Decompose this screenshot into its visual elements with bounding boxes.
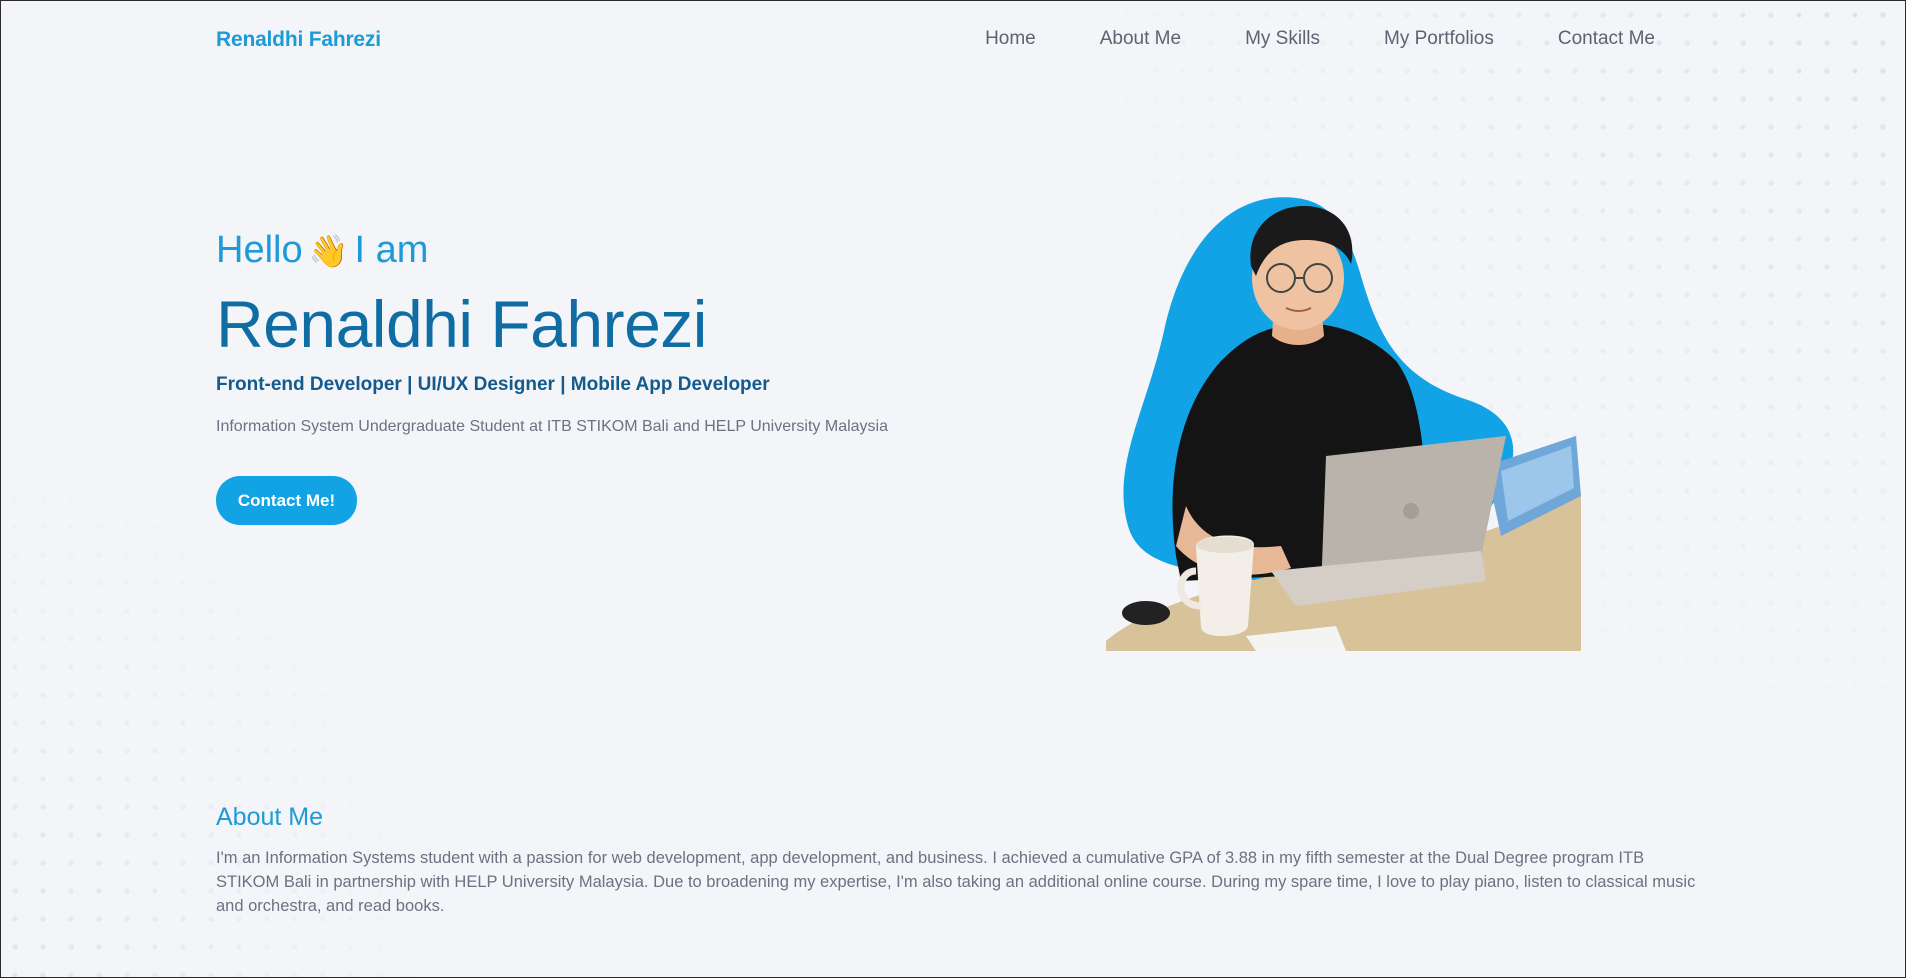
hero-description: Information System Undergraduate Student… (216, 418, 888, 435)
hero-section: Hello 👋 I am Renaldhi Fahrezi Front-end … (216, 229, 888, 525)
about-title: About Me (216, 803, 324, 831)
navbar: Renaldhi Fahrezi Home About Me My Skills… (1, 1, 1905, 79)
hero-portrait (1106, 196, 1581, 651)
nav-links: Home About Me My Skills My Portfolios Co… (985, 28, 1655, 50)
greeting-text: Hello (216, 229, 303, 271)
greeting-suffix: I am (354, 229, 429, 271)
waving-hand-icon: 👋 (308, 232, 349, 269)
about-text: I'm an Information Systems student with … (216, 849, 1696, 915)
nav-item-my-portfolios[interactable]: My Portfolios (1384, 28, 1494, 50)
nav-item-contact-me[interactable]: Contact Me (1558, 28, 1655, 50)
earbuds-case (1122, 601, 1170, 625)
nav-item-my-skills[interactable]: My Skills (1245, 28, 1320, 50)
brand-logo[interactable]: Renaldhi Fahrezi (216, 28, 381, 52)
nav-item-home[interactable]: Home (985, 28, 1036, 50)
nav-item-about-me[interactable]: About Me (1100, 28, 1181, 50)
about-section: About Me I'm an Information Systems stud… (216, 803, 1696, 918)
hero-greeting: Hello 👋 I am (216, 229, 888, 272)
hero-name: Renaldhi Fahrezi (216, 287, 707, 361)
portrait-illustration (1106, 197, 1581, 651)
contact-me-button[interactable]: Contact Me! (216, 476, 357, 525)
hero-roles: Front-end Developer | UI/UX Designer | M… (216, 374, 770, 395)
